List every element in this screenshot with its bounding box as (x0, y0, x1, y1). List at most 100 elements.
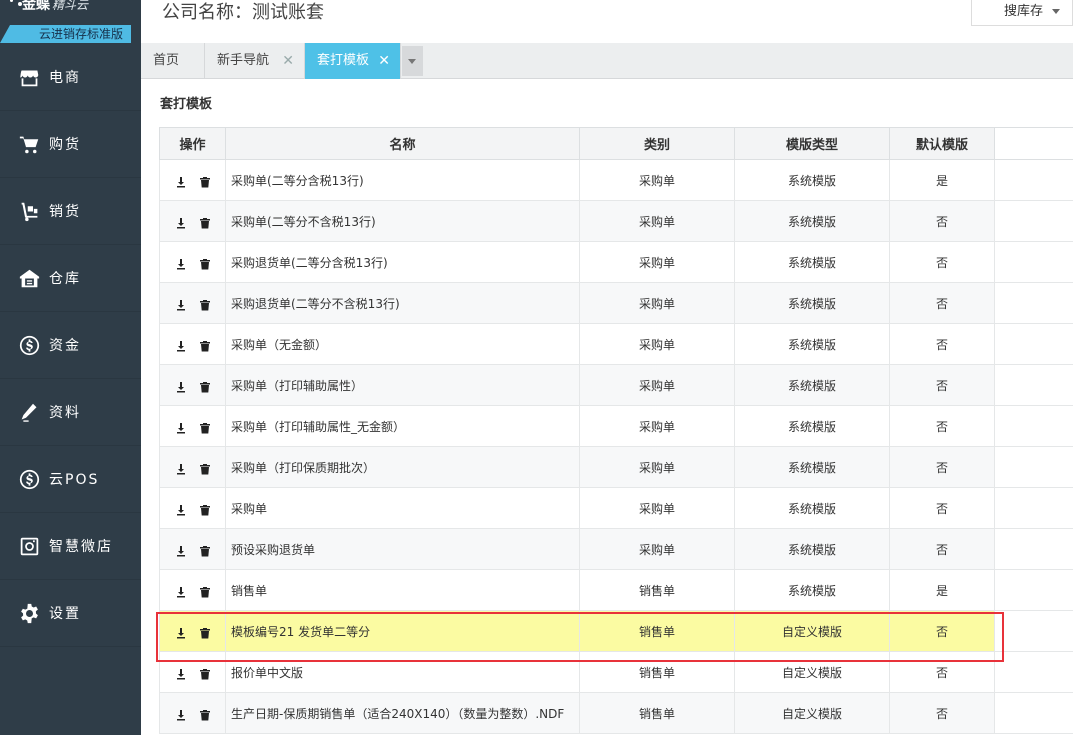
delete-icon[interactable] (199, 463, 211, 475)
template-name: 采购单(二等分含税13行) (225, 159, 580, 201)
template-name: 采购单（无金额） (225, 323, 580, 365)
row-actions (159, 569, 226, 611)
template-default: 否 (889, 241, 995, 283)
template-default: 否 (889, 446, 995, 488)
tab-print-template[interactable]: 套打模板 ✕ (305, 43, 401, 79)
download-icon[interactable] (175, 299, 187, 311)
template-type: 系统模版 (734, 323, 890, 365)
table-row[interactable]: 采购单（打印保质期批次） 采购单 系统模版否 (159, 446, 1073, 488)
column-header: 类别 (579, 127, 735, 160)
row-spacer (994, 569, 1073, 611)
template-type: 系统模版 (734, 364, 890, 406)
delete-icon[interactable] (199, 381, 211, 393)
logo-dot (10, 0, 13, 2)
dollar-icon (18, 334, 40, 356)
caret-down-icon (1052, 9, 1060, 14)
sidebar-item-funds[interactable]: 资金 (0, 312, 141, 379)
template-type: 系统模版 (734, 159, 890, 201)
template-category: 采购单 (579, 528, 735, 570)
sidebar-item-warehouse[interactable]: 仓库 (0, 245, 141, 312)
column-header: 模版类型 (734, 127, 890, 160)
table-row[interactable]: 采购退货单(二等分不含税13行) 采购单 系统模版否 (159, 282, 1073, 324)
table-row[interactable]: 采购单 采购单 系统模版否 (159, 487, 1073, 529)
template-category: 采购单 (579, 200, 735, 242)
download-icon[interactable] (175, 422, 187, 434)
close-icon[interactable]: ✕ (378, 43, 390, 79)
template-type: 系统模版 (734, 569, 890, 611)
download-icon[interactable] (175, 586, 187, 598)
sidebar-item-settings[interactable]: 设置 (0, 580, 141, 647)
row-spacer (994, 692, 1073, 734)
sidebar-item-ecommerce[interactable]: 电商 (0, 44, 141, 111)
download-icon[interactable] (175, 545, 187, 557)
tab-beginner-guide[interactable]: 新手导航 ✕ (205, 43, 305, 79)
page-title: 套打模板 (160, 97, 213, 112)
download-icon[interactable] (175, 381, 187, 393)
download-icon[interactable] (175, 504, 187, 516)
delete-icon[interactable] (199, 340, 211, 352)
sidebar-item-sales[interactable]: 销货 (0, 178, 141, 245)
delete-icon[interactable] (199, 504, 211, 516)
template-category: 采购单 (579, 282, 735, 324)
caret-down-icon (408, 59, 416, 64)
dollar-icon (18, 468, 40, 490)
row-spacer (994, 159, 1073, 201)
table-row[interactable]: 预设采购退货单 采购单 系统模版否 (159, 528, 1073, 570)
sidebar-item-smart-shop[interactable]: 智慧微店 (0, 513, 141, 580)
template-category: 销售单 (579, 569, 735, 611)
sidebar-item-purchase[interactable]: 购货 (0, 111, 141, 178)
template-default: 否 (889, 487, 995, 529)
template-name: 采购退货单(二等分含税13行) (225, 241, 580, 283)
download-icon[interactable] (175, 258, 187, 270)
warehouse-icon (18, 267, 40, 289)
sidebar-item-cloud-pos[interactable]: 云POS (0, 446, 141, 513)
column-header: 操作 (159, 127, 226, 160)
row-actions (159, 364, 226, 406)
tab-home[interactable]: 首页 (141, 43, 205, 79)
template-category: 采购单 (579, 487, 735, 529)
template-name: 采购单 (225, 487, 580, 529)
template-default: 否 (889, 692, 995, 734)
column-header: 默认模版 (889, 127, 995, 160)
tab-bar: 首页 新手导航 ✕ 套打模板 ✕ (141, 43, 1073, 79)
table-row[interactable]: 采购单（打印辅助属性） 采购单 系统模版否 (159, 364, 1073, 406)
download-icon[interactable] (175, 463, 187, 475)
delete-icon[interactable] (199, 422, 211, 434)
row-actions (159, 282, 226, 324)
delete-icon[interactable] (199, 709, 211, 721)
sidebar-item-data[interactable]: 资料 (0, 379, 141, 446)
download-icon[interactable] (175, 340, 187, 352)
search-stock-dropdown[interactable]: 搜库存 (971, 0, 1073, 26)
delete-icon[interactable] (199, 176, 211, 188)
table-row[interactable]: 采购单（打印辅助属性_无金额） 采购单 系统模版否 (159, 405, 1073, 447)
camera-icon (18, 535, 40, 557)
template-type: 系统模版 (734, 241, 890, 283)
table-row[interactable]: 生产日期-保质期销售单（适合240X140）（数量为整数）.NDF 销售单 自定义模… (159, 692, 1073, 734)
table-row[interactable]: 采购单(二等分不含税13行) 采购单 系统模版否 (159, 200, 1073, 242)
delete-icon[interactable] (199, 668, 211, 680)
download-icon[interactable] (175, 217, 187, 229)
delete-icon[interactable] (199, 586, 211, 598)
row-spacer (994, 528, 1073, 570)
table-row[interactable]: 采购单（无金额） 采购单 系统模版否 (159, 323, 1073, 365)
delete-icon[interactable] (199, 299, 211, 311)
delete-icon[interactable] (199, 545, 211, 557)
pencil-icon (18, 401, 40, 423)
table-row[interactable]: 采购单(二等分含税13行) 采购单 系统模版是 (159, 159, 1073, 201)
close-icon[interactable]: ✕ (282, 43, 294, 79)
download-icon[interactable] (175, 176, 187, 188)
row-actions (159, 528, 226, 570)
template-category: 采购单 (579, 446, 735, 488)
table-row[interactable]: 采购退货单(二等分含税13行) 采购单 系统模版否 (159, 241, 1073, 283)
edition-badge: 云进销存标准版 (0, 25, 131, 43)
row-spacer (994, 651, 1073, 693)
download-icon[interactable] (175, 709, 187, 721)
tab-more-button[interactable] (402, 46, 423, 76)
row-spacer (994, 364, 1073, 406)
delete-icon[interactable] (199, 217, 211, 229)
table-row[interactable]: 销售单 销售单 系统模版是 (159, 569, 1073, 611)
template-default: 是 (889, 569, 995, 611)
delete-icon[interactable] (199, 258, 211, 270)
download-icon[interactable] (175, 668, 187, 680)
template-name: 采购单（打印辅助属性_无金额） (225, 405, 580, 447)
